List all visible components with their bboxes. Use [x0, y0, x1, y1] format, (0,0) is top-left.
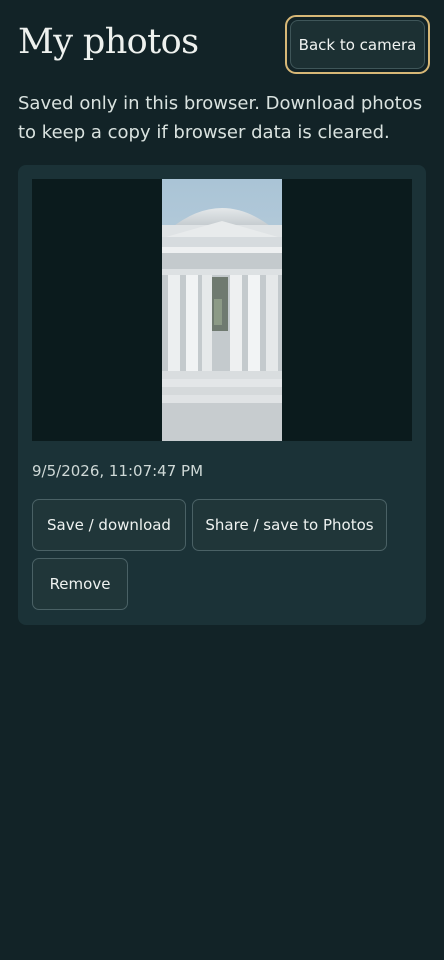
- save-download-button[interactable]: Save / download: [32, 499, 186, 551]
- photo-frame: [32, 179, 412, 441]
- remove-button[interactable]: Remove: [32, 558, 128, 610]
- back-to-camera-button[interactable]: Back to camera: [285, 15, 430, 74]
- photo-card: 9/5/2026, 11:07:47 PM Save / download Sh…: [18, 165, 426, 625]
- back-to-camera-label: Back to camera: [290, 20, 425, 69]
- photo-thumbnail[interactable]: [162, 179, 282, 441]
- share-save-to-photos-button[interactable]: Share / save to Photos: [192, 499, 387, 551]
- storage-notice: Saved only in this browser. Download pho…: [18, 93, 423, 143]
- photo-timestamp: 9/5/2026, 11:07:47 PM: [32, 462, 204, 480]
- page-title: My photos: [18, 22, 199, 62]
